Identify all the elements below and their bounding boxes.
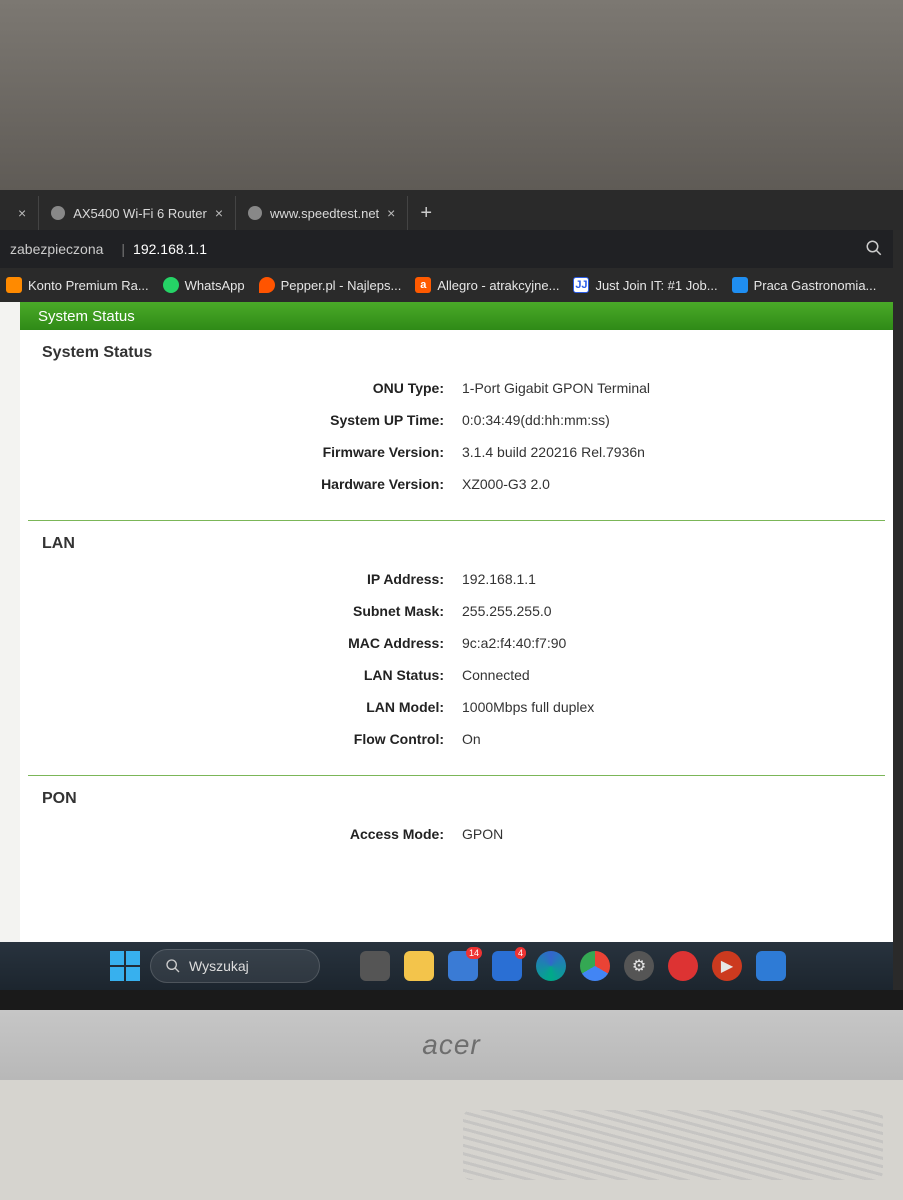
- section-system-status: System Status ONU Type: 1-Port Gigabit G…: [20, 330, 893, 520]
- kv-grid: Access Mode: GPON: [42, 818, 871, 862]
- field-value: On: [462, 731, 871, 747]
- field-value: 255.255.255.0: [462, 603, 871, 619]
- section-lan: LAN IP Address: 192.168.1.1 Subnet Mask:…: [20, 521, 893, 775]
- bookmark-label: Pepper.pl - Najleps...: [281, 278, 402, 293]
- security-status: zabezpieczona: [10, 241, 103, 257]
- media-icon[interactable]: ▶: [712, 951, 742, 981]
- chat-icon[interactable]: 14: [448, 951, 478, 981]
- browser-tab-0[interactable]: ×: [6, 196, 39, 230]
- field-label: Access Mode:: [42, 826, 462, 842]
- search-icon[interactable]: [865, 239, 883, 260]
- divider: |: [121, 241, 125, 257]
- bookmark-label: WhatsApp: [185, 278, 245, 293]
- bezel-bottom: [0, 990, 903, 1010]
- settings-icon[interactable]: ⚙: [624, 951, 654, 981]
- task-view-icon[interactable]: [360, 951, 390, 981]
- bookmark-allegro[interactable]: a Allegro - atrakcyjne...: [415, 277, 559, 293]
- section-title: PON: [42, 790, 871, 818]
- laptop-brand: acer: [422, 1029, 480, 1061]
- browser-tab-2[interactable]: www.speedtest.net ×: [236, 196, 408, 230]
- new-tab-button[interactable]: +: [408, 202, 444, 225]
- allegro-icon: a: [415, 277, 431, 293]
- field-label: System UP Time:: [42, 412, 462, 428]
- justjoin-icon: JJ: [573, 277, 589, 293]
- bookmarks-bar: Konto Premium Ra... WhatsApp Pepper.pl -…: [0, 268, 893, 302]
- laptop-chassis: acer: [0, 1010, 903, 1080]
- close-icon[interactable]: ×: [387, 205, 395, 221]
- field-label: LAN Status:: [42, 667, 462, 683]
- kv-grid: ONU Type: 1-Port Gigabit GPON Terminal S…: [42, 372, 871, 512]
- router-admin-page: System Status System Status ONU Type: 1-…: [20, 302, 893, 942]
- bookmark-pepper[interactable]: Pepper.pl - Najleps...: [259, 277, 402, 293]
- taskbar-search[interactable]: Wyszukaj: [150, 949, 320, 983]
- page-banner: System Status: [20, 302, 893, 330]
- ambient-wall: [0, 0, 903, 190]
- bookmark-icon: [6, 277, 22, 293]
- file-explorer-icon[interactable]: [404, 951, 434, 981]
- page-viewport: System Status System Status ONU Type: 1-…: [0, 302, 893, 942]
- tab-title: AX5400 Wi-Fi 6 Router: [73, 206, 207, 221]
- field-value: XZ000-G3 2.0: [462, 476, 871, 492]
- bookmark-label: Just Join IT: #1 Job...: [595, 278, 717, 293]
- bookmark-label: Konto Premium Ra...: [28, 278, 149, 293]
- badge: 4: [515, 947, 526, 959]
- address-bar[interactable]: zabezpieczona | 192.168.1.1: [0, 230, 893, 268]
- flame-icon: [259, 277, 275, 293]
- start-button[interactable]: [110, 951, 140, 981]
- bookmark-whatsapp[interactable]: WhatsApp: [163, 277, 245, 293]
- close-icon[interactable]: ×: [215, 205, 223, 221]
- field-label: LAN Model:: [42, 699, 462, 715]
- section-divider: [28, 520, 885, 521]
- bookmark-konto-premium[interactable]: Konto Premium Ra...: [6, 277, 149, 293]
- bookmark-label: Praca Gastronomia...: [754, 278, 877, 293]
- field-label: Flow Control:: [42, 731, 462, 747]
- windows-taskbar: Wyszukaj 14 4 ⚙ ▶: [0, 942, 893, 990]
- globe-icon: [51, 206, 65, 220]
- browser-tab-1[interactable]: AX5400 Wi-Fi 6 Router ×: [39, 196, 236, 230]
- search-placeholder: Wyszukaj: [189, 958, 249, 974]
- field-label: IP Address:: [42, 571, 462, 587]
- section-divider: [28, 775, 885, 776]
- field-value: 0:0:34:49(dd:hh:mm:ss): [462, 412, 871, 428]
- bookmark-praca-gastronomia[interactable]: Praca Gastronomia...: [732, 277, 877, 293]
- field-value: GPON: [462, 826, 871, 842]
- field-label: Firmware Version:: [42, 444, 462, 460]
- bookmark-label: Allegro - atrakcyjne...: [437, 278, 559, 293]
- browser-tabstrip: × AX5400 Wi-Fi 6 Router × www.speedtest.…: [0, 196, 893, 230]
- mail-icon[interactable]: 4: [492, 951, 522, 981]
- kv-grid: IP Address: 192.168.1.1 Subnet Mask: 255…: [42, 563, 871, 767]
- field-value: 3.1.4 build 220216 Rel.7936n: [462, 444, 871, 460]
- bookmark-justjoin[interactable]: JJ Just Join IT: #1 Job...: [573, 277, 717, 293]
- field-value: 1000Mbps full duplex: [462, 699, 871, 715]
- app-icon[interactable]: [756, 951, 786, 981]
- tab-title: www.speedtest.net: [270, 206, 379, 221]
- edge-icon[interactable]: [536, 951, 566, 981]
- section-pon: PON Access Mode: GPON: [20, 776, 893, 870]
- badge: 14: [466, 947, 482, 959]
- section-title: LAN: [42, 535, 871, 563]
- field-label: MAC Address:: [42, 635, 462, 651]
- field-label: ONU Type:: [42, 380, 462, 396]
- field-label: Hardware Version:: [42, 476, 462, 492]
- taskbar-apps: 14 4 ⚙ ▶: [360, 951, 786, 981]
- search-icon: [165, 958, 181, 974]
- close-icon[interactable]: ×: [18, 205, 26, 221]
- speaker-vent: [463, 1110, 883, 1180]
- banner-title: System Status: [38, 308, 135, 325]
- section-title: System Status: [42, 344, 871, 372]
- laptop-deck: [0, 1080, 903, 1200]
- field-value: Connected: [462, 667, 871, 683]
- ccleaner-icon[interactable]: [668, 951, 698, 981]
- globe-icon: [248, 206, 262, 220]
- screen: × AX5400 Wi-Fi 6 Router × www.speedtest.…: [0, 196, 893, 990]
- field-value: 192.168.1.1: [462, 571, 871, 587]
- chrome-icon[interactable]: [580, 951, 610, 981]
- field-label: Subnet Mask:: [42, 603, 462, 619]
- url-text: 192.168.1.1: [133, 241, 207, 257]
- whatsapp-icon: [163, 277, 179, 293]
- field-value: 9c:a2:f4:40:f7:90: [462, 635, 871, 651]
- bookmark-icon: [732, 277, 748, 293]
- field-value: 1-Port Gigabit GPON Terminal: [462, 380, 871, 396]
- laptop-bezel: × AX5400 Wi-Fi 6 Router × www.speedtest.…: [0, 190, 903, 990]
